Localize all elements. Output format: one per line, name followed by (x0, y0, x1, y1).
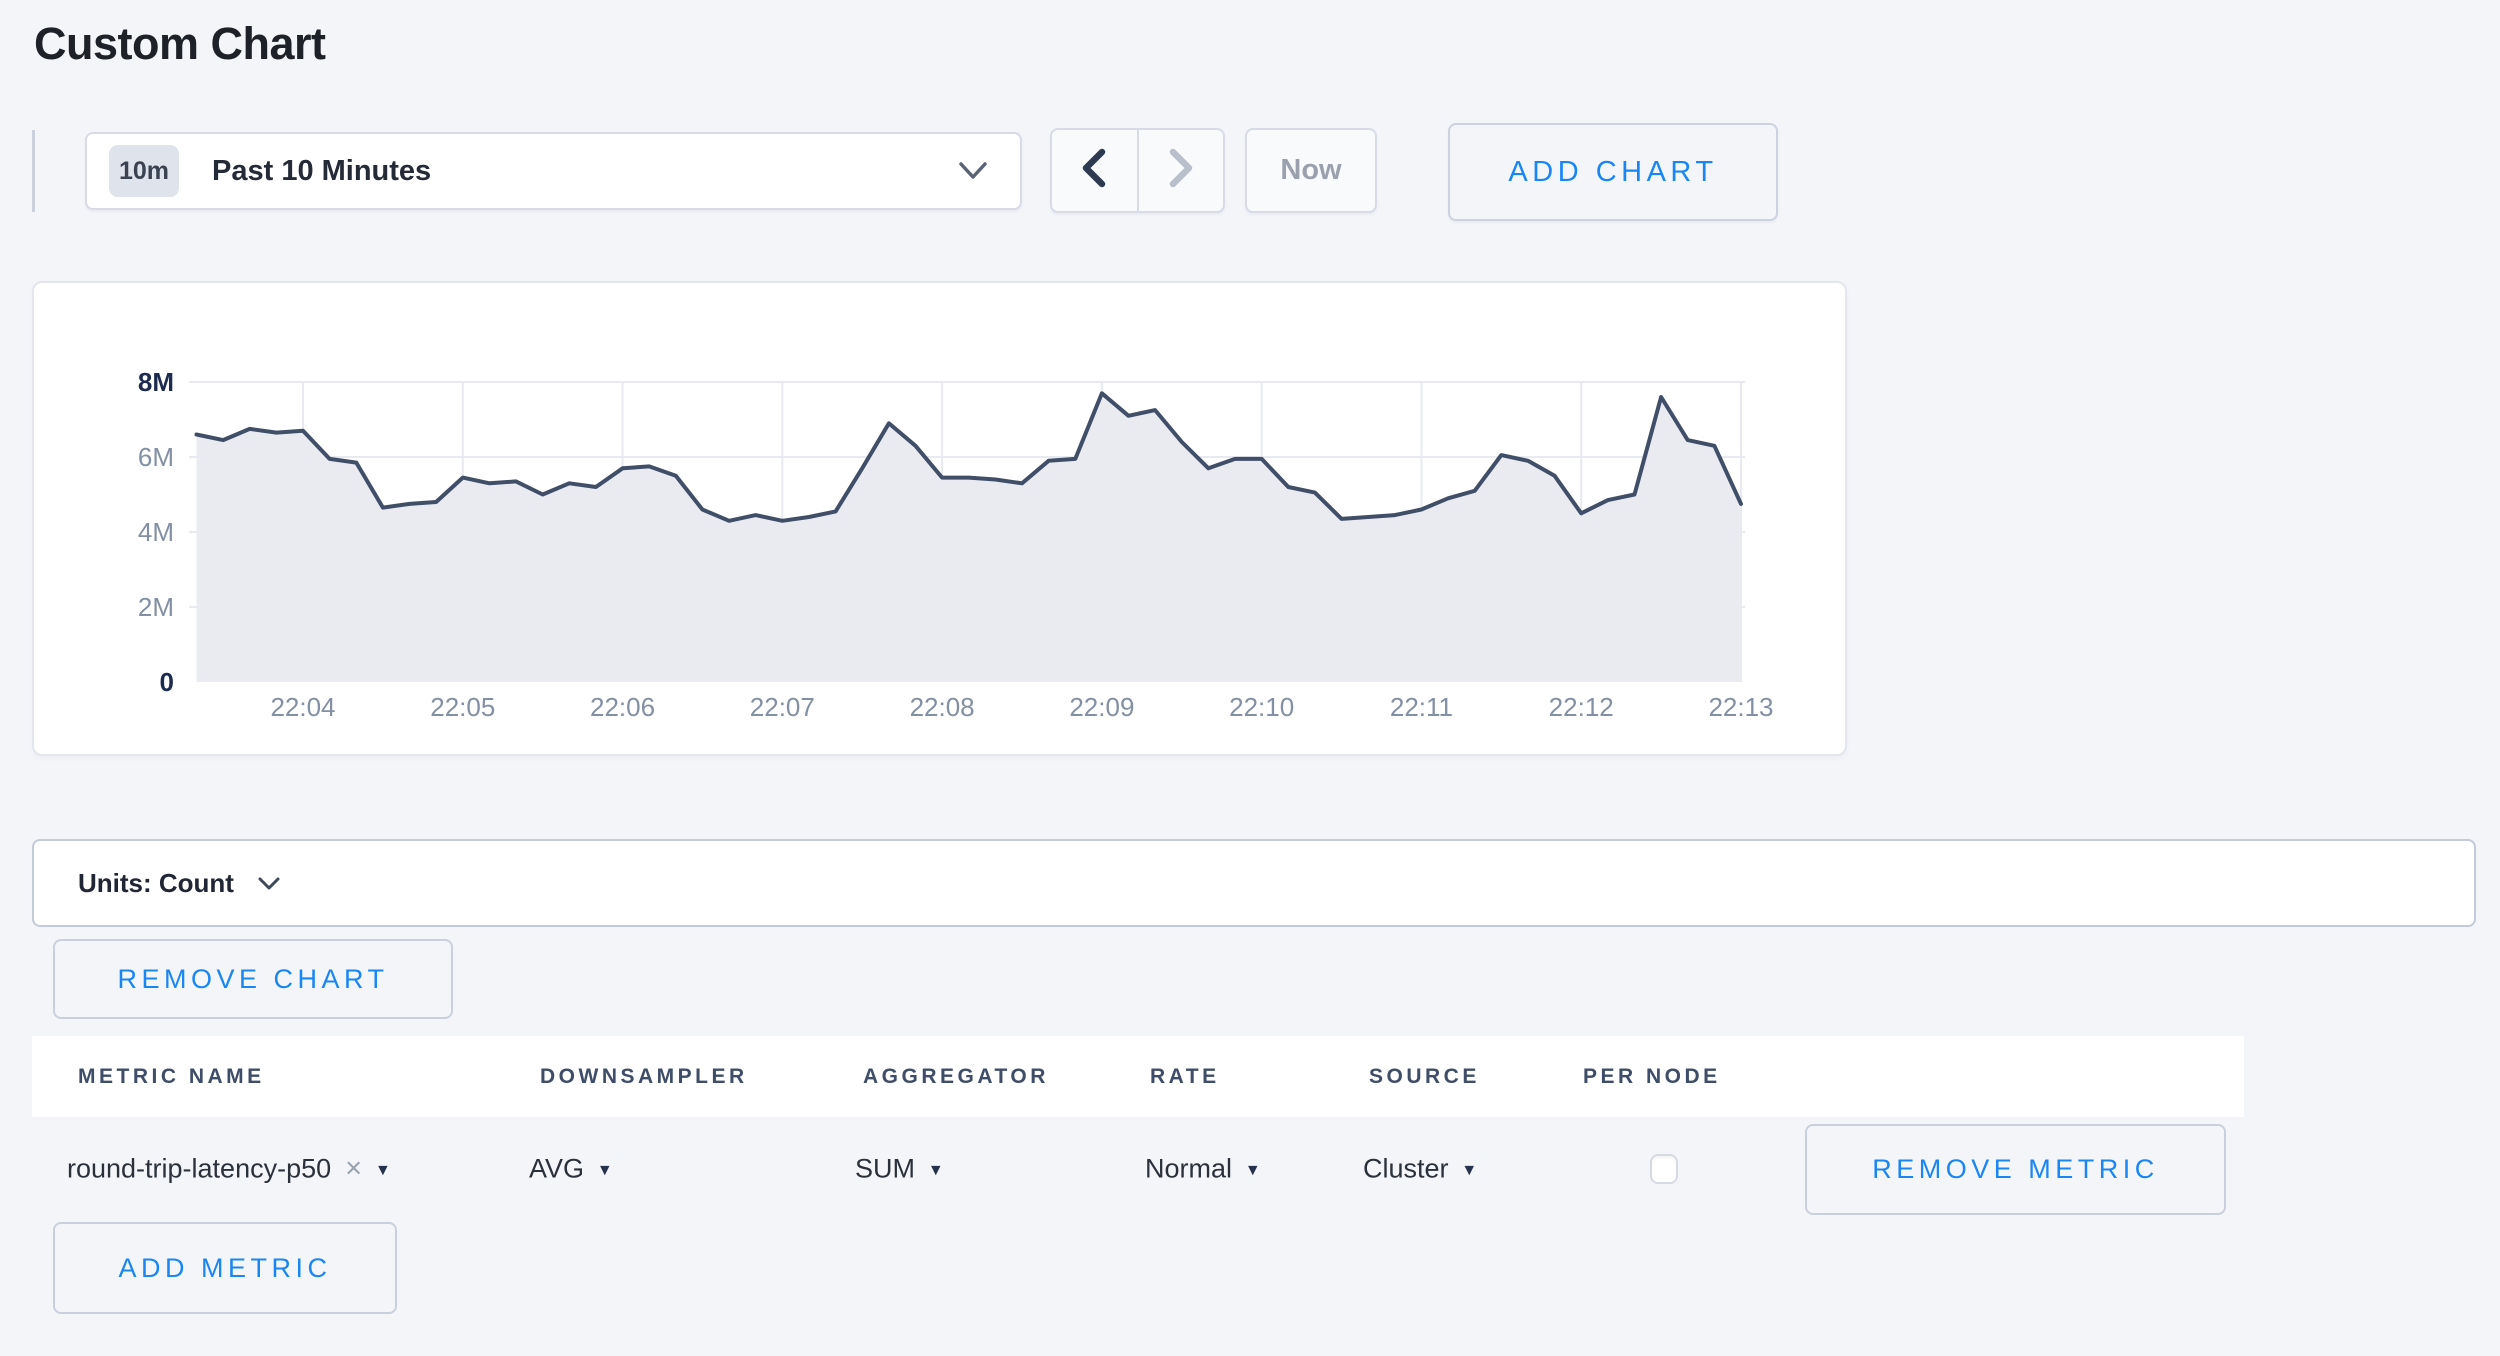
time-back-button[interactable] (1052, 130, 1139, 211)
caret-down-icon: ▾ (1248, 1158, 1258, 1181)
rate-value: Normal (1145, 1153, 1232, 1184)
metric-name-value: round-trip-latency-p50 (67, 1153, 331, 1184)
y-axis-label: 6M (138, 442, 174, 472)
remove-metric-button[interactable]: REMOVE METRIC (1805, 1124, 2226, 1215)
per-node-checkbox[interactable] (1650, 1154, 1678, 1184)
column-header-downsampler: DOWNSAMPLER (540, 1065, 748, 1089)
clear-metric-icon[interactable]: × (345, 1152, 362, 1185)
caret-down-icon: ▾ (600, 1158, 610, 1181)
caret-down-icon: ▾ (931, 1158, 941, 1181)
x-axis-label: 22:06 (590, 692, 655, 722)
chart-card: 8M 6M 4M 2M 0 22:04 22:05 22:06 22:07 22:08 22:09 2… (32, 281, 1847, 756)
column-header-rate: RATE (1150, 1065, 1220, 1089)
x-axis-label: 22:08 (910, 692, 975, 722)
downsampler-value: AVG (529, 1153, 584, 1184)
rate-select[interactable]: Normal ▾ (1145, 1153, 1258, 1184)
toolbar-divider (32, 130, 35, 212)
y-axis-label: 2M (138, 592, 174, 622)
x-axis-label: 22:04 (270, 692, 335, 722)
y-axis-label: 4M (138, 517, 174, 547)
add-chart-button[interactable]: ADD CHART (1448, 123, 1778, 221)
metric-name-select[interactable]: round-trip-latency-p50 × ▾ (67, 1152, 388, 1185)
downsampler-select[interactable]: AVG ▾ (529, 1153, 610, 1184)
chevron-down-icon (956, 159, 990, 183)
x-axis-label: 22:12 (1549, 692, 1614, 722)
time-forward-button[interactable] (1139, 130, 1224, 211)
units-select[interactable]: Units: Count (32, 839, 2476, 927)
caret-down-icon: ▾ (378, 1158, 388, 1181)
time-range-label: Past 10 Minutes (212, 155, 431, 188)
x-axis-label: 22:05 (430, 692, 495, 722)
metrics-table-header: METRIC NAME DOWNSAMPLER AGGREGATOR RATE … (32, 1036, 2244, 1117)
units-label: Units: Count (78, 868, 234, 899)
column-header-per-node: PER NODE (1583, 1065, 1721, 1089)
y-axis-label: 0 (160, 667, 174, 697)
time-range-badge: 10m (109, 145, 179, 197)
column-header-aggregator: AGGREGATOR (863, 1065, 1049, 1089)
x-axis-label: 22:09 (1069, 692, 1134, 722)
source-value: Cluster (1363, 1153, 1449, 1184)
x-axis-label: 22:10 (1229, 692, 1294, 722)
chevron-left-icon (1075, 145, 1113, 196)
series-area (197, 393, 1742, 682)
remove-chart-button[interactable]: REMOVE CHART (53, 939, 453, 1019)
chevron-right-icon (1162, 145, 1200, 196)
y-axis-label: 8M (138, 367, 174, 397)
caret-down-icon: ▾ (1465, 1158, 1475, 1181)
page-title: Custom Chart (34, 18, 326, 70)
aggregator-select[interactable]: SUM ▾ (855, 1153, 941, 1184)
column-header-metric-name: METRIC NAME (78, 1065, 265, 1089)
time-range-select[interactable]: 10m Past 10 Minutes (85, 132, 1022, 210)
line-chart[interactable]: 8M 6M 4M 2M 0 22:04 22:05 22:06 22:07 22:08 22:09 2… (34, 283, 1845, 754)
column-header-source: SOURCE (1369, 1065, 1480, 1089)
chevron-down-icon (256, 875, 282, 892)
add-metric-button[interactable]: ADD METRIC (53, 1222, 397, 1314)
metric-row: round-trip-latency-p50 × ▾ AVG ▾ SUM ▾ N… (32, 1117, 2244, 1220)
aggregator-value: SUM (855, 1153, 915, 1184)
x-axis-label: 22:11 (1390, 692, 1453, 722)
time-pager (1050, 128, 1225, 213)
now-button[interactable]: Now (1245, 128, 1377, 213)
x-axis-label: 22:07 (750, 692, 815, 722)
x-axis-label: 22:13 (1708, 692, 1773, 722)
source-select[interactable]: Cluster ▾ (1363, 1153, 1474, 1184)
custom-chart-page: Custom Chart 10m Past 10 Minutes Now ADD… (0, 0, 2500, 1356)
